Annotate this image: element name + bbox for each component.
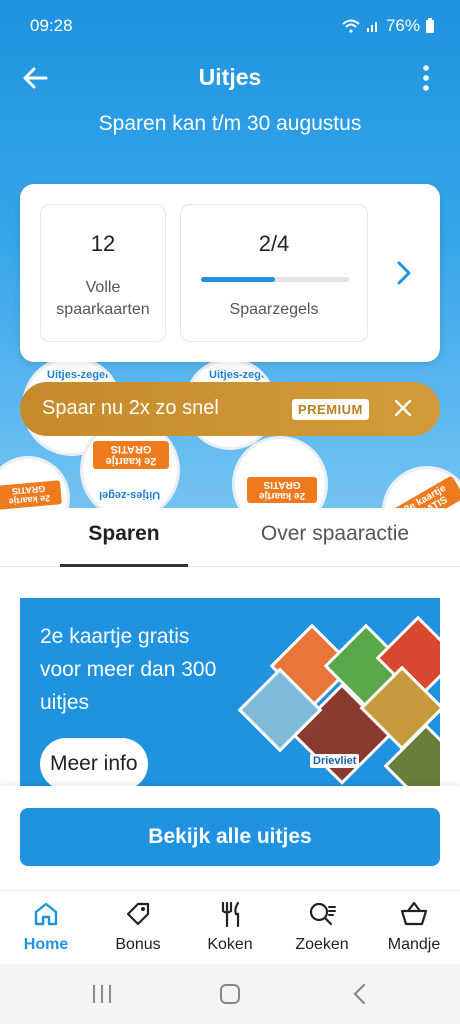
nav-zoeken[interactable]: Zoeken xyxy=(276,899,368,954)
premium-banner[interactable]: Spaar nu 2x zo snel PREMIUM xyxy=(20,382,440,436)
savings-deadline: Sparen kan t/m 30 augustus xyxy=(98,112,362,135)
active-tab-indicator xyxy=(60,564,188,567)
premium-badge: PREMIUM xyxy=(292,399,369,420)
status-time: 09:28 xyxy=(30,16,73,35)
status-bar: 09:28 76% xyxy=(0,0,460,52)
search-icon xyxy=(309,902,336,926)
promo-headline: 2e kaartje gratis voor meer dan 300 uitj… xyxy=(40,625,217,714)
nav-koken[interactable]: Koken xyxy=(184,899,276,954)
tab-sparen[interactable]: Sparen xyxy=(60,522,188,546)
chevron-right-icon[interactable] xyxy=(392,258,416,288)
home-icon xyxy=(34,902,58,926)
stamps-stat: 2/4 Spaarzegels xyxy=(180,204,368,342)
tag-icon xyxy=(126,902,150,926)
system-navigation-bar xyxy=(0,964,460,1024)
app-bar: Uitjes xyxy=(0,56,460,100)
cta-area: Bekijk alle uitjes xyxy=(0,786,460,890)
basket-icon xyxy=(400,901,428,926)
wifi-icon xyxy=(342,19,360,33)
stamps-progress-fill xyxy=(201,277,275,282)
full-cards-stat: 12 Volle spaarkaarten xyxy=(40,204,166,342)
promo-banner[interactable]: 2e kaartje gratis voor meer dan 300 uitj… xyxy=(20,598,440,798)
nav-home[interactable]: Home xyxy=(0,899,92,954)
close-icon[interactable] xyxy=(392,397,414,419)
cutlery-icon xyxy=(221,901,240,928)
savings-summary-card[interactable]: 12 Volle spaarkaarten 2/4 Spaarzegels xyxy=(20,184,440,362)
recents-icon[interactable] xyxy=(88,981,116,1007)
more-info-button[interactable]: Meer info xyxy=(40,738,148,790)
nav-mandje[interactable]: Mandje xyxy=(368,899,460,954)
stamps-progress-bar xyxy=(201,277,349,282)
battery-percent: 76% xyxy=(385,16,420,35)
page-title: Uitjes xyxy=(198,64,262,90)
more-options-icon[interactable] xyxy=(422,64,430,92)
nav-bonus[interactable]: Bonus xyxy=(92,899,184,954)
tab-over-spaaractie[interactable]: Over spaaractie xyxy=(240,522,430,546)
signal-icon xyxy=(366,22,377,32)
bottom-navigation: Home Bonus Koken Zoeken Mandje xyxy=(0,890,460,964)
drievliet-logo: Drievliet xyxy=(310,754,360,768)
premium-text: Spaar nu 2x zo snel xyxy=(42,397,219,419)
view-all-outings-button[interactable]: Bekijk alle uitjes xyxy=(20,808,440,866)
home-button-icon[interactable] xyxy=(216,981,244,1007)
battery-icon xyxy=(426,17,434,33)
back-icon[interactable] xyxy=(346,981,374,1007)
